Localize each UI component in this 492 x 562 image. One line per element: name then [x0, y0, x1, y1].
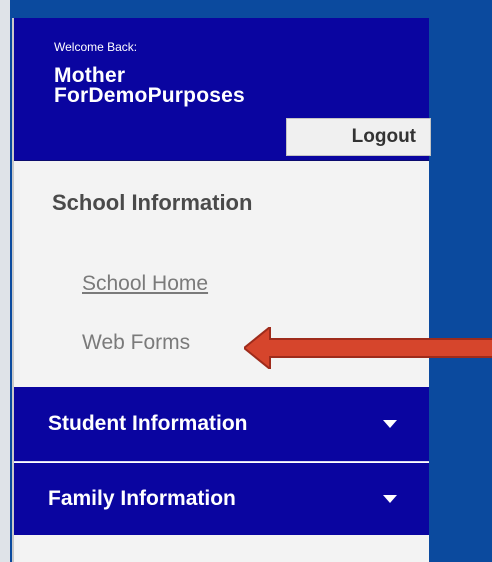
chevron-down-icon [383, 420, 397, 428]
annotation-arrow [244, 327, 492, 369]
logout-button[interactable]: Logout [286, 118, 431, 156]
user-name: Mother ForDemoPurposes [54, 64, 245, 107]
user-name-line2: ForDemoPurposes [54, 83, 245, 107]
accordion-label: Student Information [48, 412, 248, 435]
accordion-label: Family Information [48, 487, 236, 510]
chevron-down-icon [383, 495, 397, 503]
section-title: School Information [52, 190, 253, 215]
sidebar: Welcome Back: Mother ForDemoPurposes Log… [12, 18, 492, 562]
welcome-label: Welcome Back: [54, 40, 138, 54]
accordion-family-information[interactable]: Family Information [14, 463, 429, 535]
sidebar-link-school-home[interactable]: School Home [82, 272, 208, 296]
welcome-panel: Welcome Back: Mother ForDemoPurposes Log… [14, 18, 431, 161]
accordion-student-information[interactable]: Student Information [14, 387, 429, 462]
sidebar-link-web-forms[interactable]: Web Forms [82, 331, 190, 355]
user-name-line1: Mother [54, 64, 126, 87]
